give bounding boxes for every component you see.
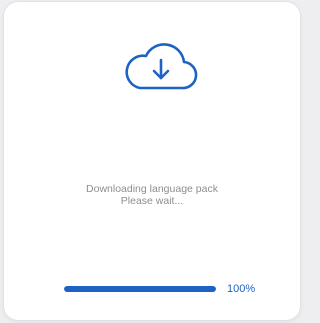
cloud-download-icon <box>122 40 200 96</box>
progress-bar-fill <box>64 286 216 292</box>
download-dialog: Downloading language pack Please wait...… <box>4 2 300 320</box>
download-progress: 100% <box>64 282 274 296</box>
progress-percent-label: 100% <box>227 283 256 295</box>
status-message-title: Downloading language pack <box>86 183 218 195</box>
progress-bar-track <box>64 286 216 292</box>
status-message-subtitle: Please wait... <box>120 195 184 207</box>
status-message: Downloading language pack Please wait... <box>4 183 300 207</box>
